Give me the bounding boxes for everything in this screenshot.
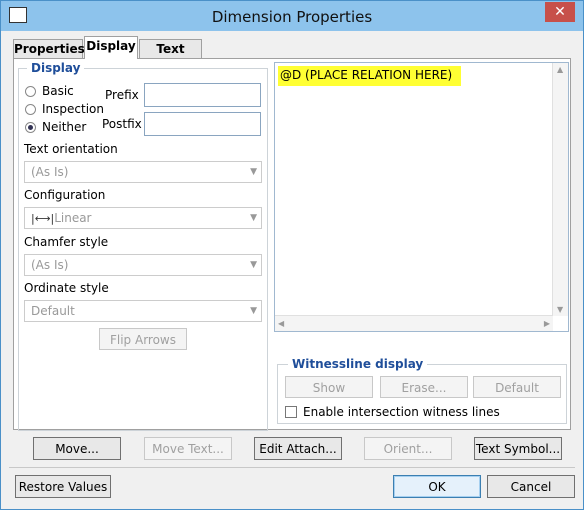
ordinate-style-select[interactable]: Default ▼ bbox=[24, 300, 262, 322]
chevron-down-icon: ▼ bbox=[250, 213, 257, 223]
witnessline-erase-button[interactable]: Erase... bbox=[380, 376, 468, 398]
footer-separator bbox=[9, 467, 575, 468]
radio-inspection[interactable]: Inspection bbox=[25, 102, 104, 116]
tab-text-style[interactable]: Text Style bbox=[139, 39, 202, 75]
witnessline-default-button[interactable]: Default bbox=[473, 376, 561, 398]
close-button[interactable]: ✕ bbox=[545, 2, 575, 22]
text-orientation-value: (As Is) bbox=[31, 165, 69, 179]
scroll-left-icon[interactable]: ◀ bbox=[278, 319, 284, 328]
display-group-title: Display bbox=[27, 61, 85, 75]
radio-inspection-indicator[interactable] bbox=[25, 103, 36, 115]
configuration-select[interactable]: |⟷|Linear ▼ bbox=[24, 207, 262, 229]
scroll-down-icon[interactable]: ▼ bbox=[557, 305, 563, 314]
text-orientation-label: Text orientation bbox=[24, 142, 118, 156]
text-symbol-button[interactable]: Text Symbol... bbox=[474, 437, 562, 460]
prefix-label: Prefix bbox=[105, 88, 139, 102]
radio-inspection-label: Inspection bbox=[42, 102, 104, 116]
ordinate-style-label: Ordinate style bbox=[24, 281, 109, 295]
radio-basic-indicator[interactable] bbox=[25, 85, 36, 97]
horizontal-scrollbar[interactable]: ◀ ▶ bbox=[275, 315, 553, 331]
witnessline-show-button[interactable]: Show bbox=[285, 376, 373, 398]
window-title: Dimension Properties bbox=[211, 8, 373, 26]
configuration-label: Configuration bbox=[24, 188, 106, 202]
configuration-value: Linear bbox=[54, 211, 92, 225]
witnessline-group-title: Witnessline display bbox=[288, 357, 428, 371]
chevron-down-icon: ▼ bbox=[250, 260, 257, 270]
radio-neither-indicator[interactable] bbox=[25, 121, 36, 133]
postfix-input[interactable] bbox=[144, 112, 261, 136]
chevron-down-icon: ▼ bbox=[250, 306, 257, 316]
radio-basic[interactable]: Basic bbox=[25, 84, 74, 98]
flip-arrows-button[interactable]: Flip Arrows bbox=[99, 328, 187, 350]
postfix-label: Postfix bbox=[102, 117, 142, 131]
chevron-down-icon: ▼ bbox=[250, 167, 257, 177]
restore-values-button[interactable]: Restore Values bbox=[15, 475, 111, 498]
dimension-text-editor[interactable]: @D (PLACE RELATION HERE) ▲ ▼ ◀ ▶ bbox=[274, 62, 569, 332]
prefix-input[interactable] bbox=[144, 83, 261, 107]
ordinate-style-value: Default bbox=[31, 304, 75, 318]
tab-properties[interactable]: Properties bbox=[13, 39, 85, 59]
tab-display[interactable]: Display bbox=[84, 36, 138, 59]
dimension-text-line: @D (PLACE RELATION HERE) bbox=[278, 66, 461, 86]
move-button[interactable]: Move... bbox=[33, 437, 121, 460]
cancel-button[interactable]: Cancel bbox=[487, 475, 575, 498]
tab-content-display: Display Basic Inspection Neither Prefix … bbox=[13, 58, 571, 431]
text-orientation-select[interactable]: (As Is) ▼ bbox=[24, 161, 262, 183]
orient-button[interactable]: Orient... bbox=[364, 437, 452, 460]
scroll-right-icon[interactable]: ▶ bbox=[544, 319, 550, 328]
radio-basic-label: Basic bbox=[42, 84, 74, 98]
title-bar: Dimension Properties ✕ bbox=[1, 1, 583, 31]
intersection-witness-checkbox[interactable]: Enable intersection witness lines bbox=[285, 405, 500, 419]
intersection-witness-label: Enable intersection witness lines bbox=[303, 405, 500, 419]
linear-dimension-icon: |⟷| bbox=[31, 212, 55, 225]
dimension-properties-dialog: Dimension Properties ✕ Properties Displa… bbox=[0, 0, 584, 510]
chamfer-style-select[interactable]: (As Is) ▼ bbox=[24, 254, 262, 276]
edit-attach-button[interactable]: Edit Attach... bbox=[254, 437, 342, 460]
radio-neither[interactable]: Neither bbox=[25, 120, 86, 134]
vertical-scrollbar[interactable]: ▲ ▼ bbox=[552, 63, 568, 316]
scroll-up-icon[interactable]: ▲ bbox=[557, 65, 563, 74]
move-text-button[interactable]: Move Text... bbox=[144, 437, 232, 460]
chamfer-style-label: Chamfer style bbox=[24, 235, 109, 249]
checkbox-indicator[interactable] bbox=[285, 406, 297, 418]
chamfer-style-value: (As Is) bbox=[31, 258, 69, 272]
ok-button[interactable]: OK bbox=[393, 475, 481, 498]
radio-neither-label: Neither bbox=[42, 120, 87, 134]
